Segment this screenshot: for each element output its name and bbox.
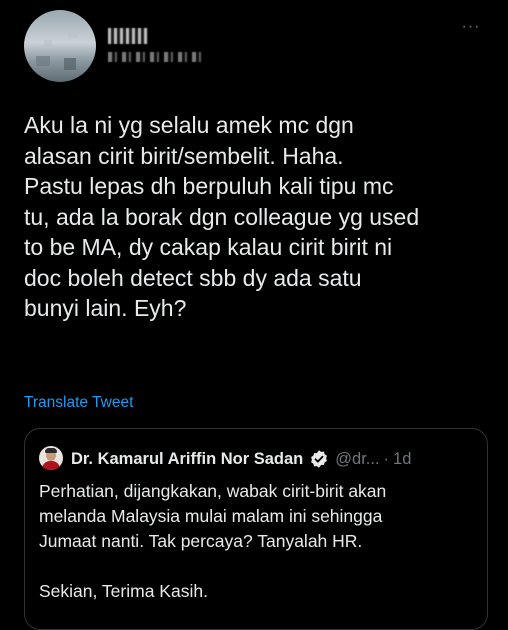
author-handle-redacted[interactable] bbox=[108, 52, 204, 62]
quoted-tweet-time[interactable]: 1d bbox=[393, 450, 411, 469]
quoted-author-avatar bbox=[39, 446, 63, 470]
tweet-header: ··· bbox=[0, 0, 508, 90]
tweet-text: Aku la ni yg selalu amek mc dgn alasan c… bbox=[24, 112, 420, 321]
quoted-tweet-text: Perhatian, dijangkakan, wabak cirit-biri… bbox=[39, 481, 387, 601]
quoted-author-name: Dr. Kamarul Ariffin Nor Sadan bbox=[71, 449, 304, 468]
author-avatar[interactable] bbox=[24, 10, 96, 82]
author-name-redacted[interactable] bbox=[108, 28, 148, 44]
verified-badge-icon bbox=[311, 450, 328, 468]
quoted-author-handle: @dr... bbox=[335, 449, 380, 468]
quoted-tweet-header: Dr. Kamarul Ariffin Nor Sadan @dr... · 1… bbox=[71, 449, 411, 469]
more-horizontal-icon[interactable]: ··· bbox=[456, 19, 486, 40]
translate-tweet-link[interactable]: Translate Tweet bbox=[24, 394, 133, 412]
separator-dot: · bbox=[383, 449, 390, 468]
